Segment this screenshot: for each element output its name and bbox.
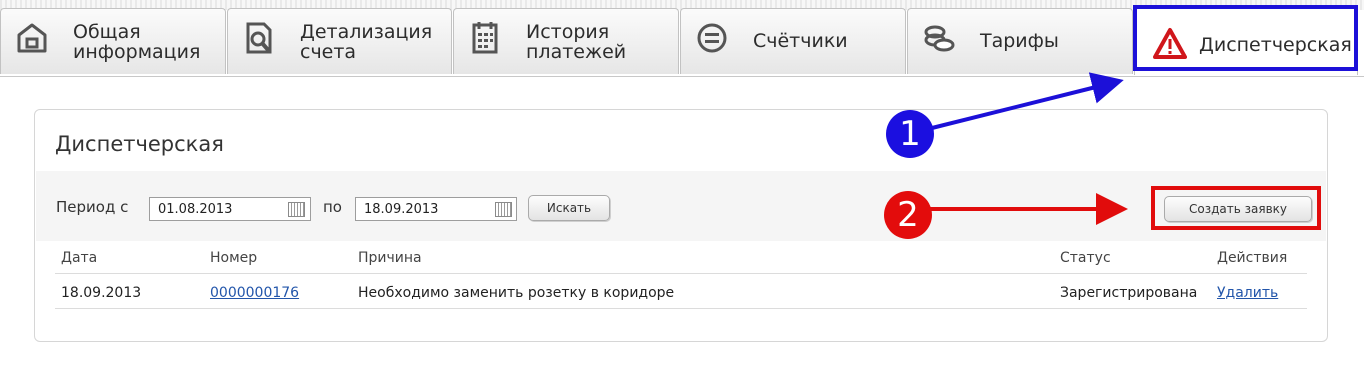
step-marker-2: 2 xyxy=(884,191,932,239)
annotation-arrows xyxy=(930,72,1128,225)
step-marker-1: 1 xyxy=(886,110,934,158)
arrow-to-tab xyxy=(931,72,1124,130)
